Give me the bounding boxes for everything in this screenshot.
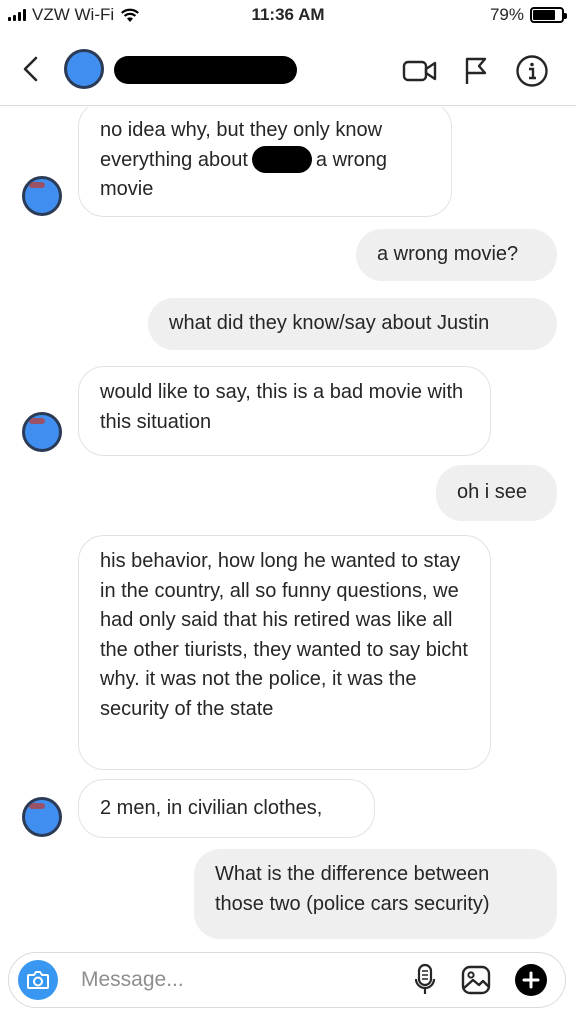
camera-icon xyxy=(27,971,49,989)
message-bubble-incoming[interactable]: 2 men, in civilian clothes, xyxy=(78,779,375,838)
voice-message-button[interactable] xyxy=(407,962,443,998)
battery-percent: 79% xyxy=(489,5,524,24)
gallery-button[interactable] xyxy=(458,962,494,998)
redacted-text xyxy=(251,145,312,173)
sender-avatar[interactable] xyxy=(22,176,62,216)
message-text: a wrong movie? xyxy=(377,243,519,265)
message-bubble-outgoing[interactable]: what did they know/say about Justin xyxy=(148,298,557,350)
video-call-button[interactable] xyxy=(402,53,438,89)
info-icon xyxy=(516,55,548,87)
back-icon xyxy=(23,56,38,82)
camera-button[interactable] xyxy=(18,960,58,1000)
message-bubble-incoming[interactable]: would like to say, this is a bad movie w… xyxy=(78,366,491,456)
chat-header xyxy=(0,34,576,106)
microphone-icon xyxy=(414,963,436,994)
plus-icon xyxy=(515,964,547,996)
back-button[interactable] xyxy=(14,52,48,86)
contact-name-redacted[interactable] xyxy=(114,56,297,84)
sender-avatar[interactable] xyxy=(22,412,62,452)
message-thread[interactable]: no idea why, but they only know everythi… xyxy=(0,107,576,945)
contact-avatar[interactable] xyxy=(64,49,104,89)
message-text: what did they know/say about Justin xyxy=(169,312,490,334)
report-button[interactable] xyxy=(458,53,494,89)
message-text: 2 men, in civilian clothes, xyxy=(100,797,323,819)
more-button[interactable] xyxy=(513,962,549,998)
message-composer xyxy=(8,952,566,1008)
flag-icon xyxy=(465,57,487,84)
message-text: What is the difference between those two… xyxy=(215,863,490,915)
status-right: 79% xyxy=(489,5,567,25)
details-button[interactable] xyxy=(514,53,550,89)
message-bubble-outgoing[interactable]: a wrong movie? xyxy=(356,229,557,281)
message-bubble-incoming[interactable]: no idea why, but they only know everythi… xyxy=(78,107,452,217)
sender-avatar[interactable] xyxy=(22,797,62,837)
message-bubble-outgoing[interactable]: oh i see xyxy=(436,465,557,521)
gallery-icon xyxy=(461,965,491,995)
message-text: oh i see xyxy=(457,481,528,503)
status-bar: VZW Wi-Fi 11:36 AM 79% xyxy=(0,0,576,34)
message-text: would like to say, this is a bad movie w… xyxy=(100,381,464,433)
message-bubble-outgoing[interactable]: What is the difference between those two… xyxy=(194,849,557,939)
message-input[interactable] xyxy=(81,964,381,996)
video-call-icon xyxy=(402,60,437,82)
message-bubble-incoming[interactable]: his behavior, how long he wanted to stay… xyxy=(78,535,491,770)
message-text: his behavior, how long he wanted to stay… xyxy=(100,550,468,720)
battery-icon xyxy=(530,7,567,23)
